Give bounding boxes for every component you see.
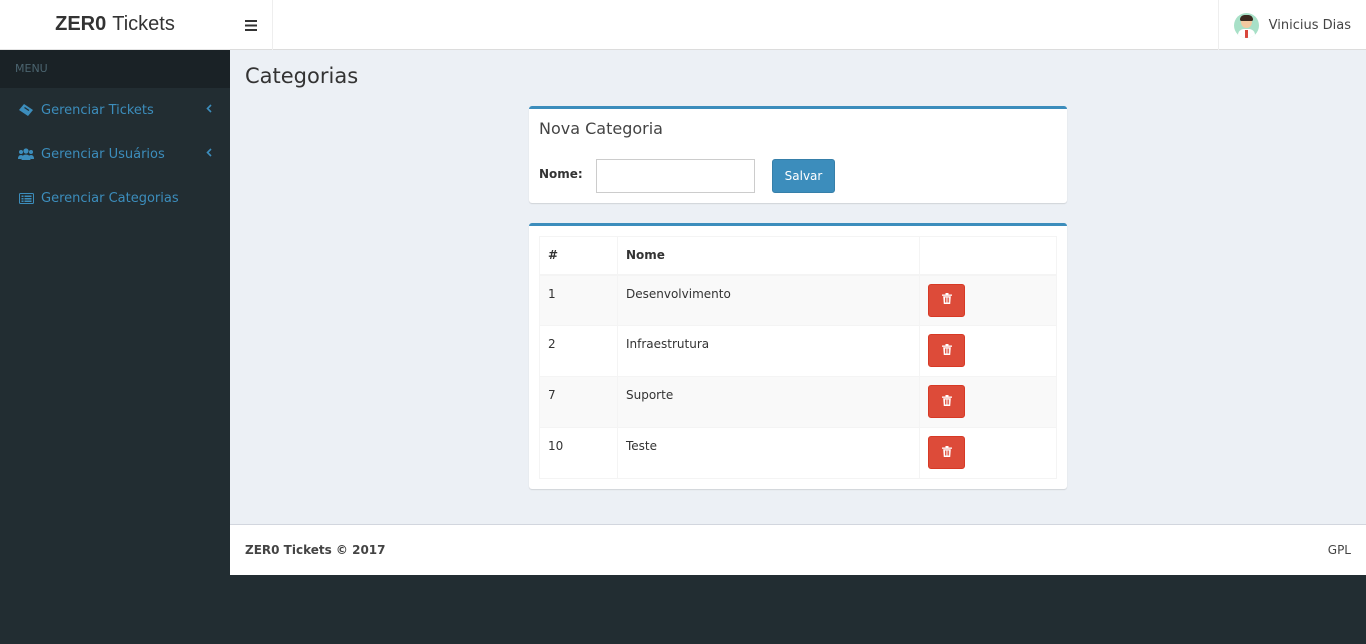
cell-actions — [919, 274, 1057, 326]
sidebar-item-label: Gerenciar Usuários — [41, 146, 165, 162]
cell-id: 2 — [539, 325, 618, 377]
box-title: Nova Categoria — [539, 119, 663, 138]
cell-id: 1 — [539, 274, 618, 326]
avatar — [1233, 12, 1259, 38]
cell-id: 7 — [539, 376, 618, 428]
trash-icon — [941, 293, 952, 307]
brand-light: Tickets — [112, 13, 175, 35]
column-header-id: # — [539, 236, 618, 276]
user-menu[interactable]: Vinicius Dias — [1217, 0, 1366, 50]
users-icon — [18, 148, 34, 160]
user-name: Vinicius Dias — [1268, 17, 1351, 33]
cell-name: Infraestrutura — [617, 325, 920, 377]
delete-button[interactable] — [928, 334, 965, 367]
sidebar-item-label: Gerenciar Tickets — [41, 102, 154, 118]
cell-name: Teste — [617, 427, 920, 479]
ticket-icon — [18, 104, 34, 116]
sidebar: MENU Gerenciar Tickets Gerenciar Usuário… — [0, 50, 230, 644]
name-label: Nome: — [539, 167, 583, 181]
cell-name: Suporte — [617, 376, 920, 428]
save-button[interactable]: Salvar — [772, 159, 835, 193]
trash-icon — [941, 394, 952, 409]
trash-icon — [941, 343, 952, 358]
delete-button[interactable] — [928, 283, 965, 317]
table-row: 2 Infraestrutura — [539, 325, 1057, 377]
cell-actions — [919, 376, 1057, 428]
sidebar-item-users[interactable]: Gerenciar Usuários — [0, 132, 230, 176]
top-navbar: Vinicius Dias — [230, 0, 1366, 50]
table-row: 10 Teste — [539, 427, 1057, 479]
column-header-actions — [919, 236, 1057, 276]
sidebar-toggle-button[interactable] — [230, 0, 273, 50]
brand-bold: ZER0 — [55, 13, 107, 35]
categories-table-box: # Nome 1 Desenvolvimento 2 Infraestrutur… — [529, 223, 1067, 489]
footer: ZER0 Tickets © 2017 GPL — [230, 524, 1366, 575]
sidebar-menu-header: MENU — [0, 50, 230, 88]
page-title: Categorias — [245, 64, 359, 88]
footer-copyright: ZER0 Tickets © 2017 — [245, 543, 386, 557]
table-header-row: # Nome — [539, 236, 1057, 276]
hamburger-icon — [245, 16, 257, 35]
brand-logo[interactable]: ZER0 Tickets — [0, 0, 230, 50]
cell-id: 10 — [539, 427, 618, 479]
name-input[interactable] — [596, 159, 755, 193]
sidebar-item-categories[interactable]: Gerenciar Categorias — [0, 176, 230, 220]
table-row: 1 Desenvolvimento — [539, 274, 1057, 326]
table-row: 7 Suporte — [539, 376, 1057, 428]
delete-button[interactable] — [928, 436, 965, 469]
categories-table: # Nome 1 Desenvolvimento 2 Infraestrutur… — [539, 236, 1057, 479]
cell-name: Desenvolvimento — [617, 274, 920, 326]
trash-icon — [941, 445, 952, 460]
new-category-box: Nova Categoria Nome: Salvar — [529, 106, 1067, 203]
chevron-left-icon — [206, 146, 212, 160]
sidebar-item-tickets[interactable]: Gerenciar Tickets — [0, 88, 230, 132]
footer-license: GPL — [1327, 543, 1351, 557]
delete-button[interactable] — [928, 385, 965, 418]
sidebar-item-label: Gerenciar Categorias — [41, 190, 179, 206]
list-icon — [18, 192, 34, 204]
cell-actions — [919, 427, 1057, 479]
cell-actions — [919, 325, 1057, 377]
chevron-left-icon — [206, 102, 212, 116]
column-header-name: Nome — [617, 236, 920, 276]
main-content: Categorias Nova Categoria Nome: Salvar #… — [230, 50, 1366, 524]
